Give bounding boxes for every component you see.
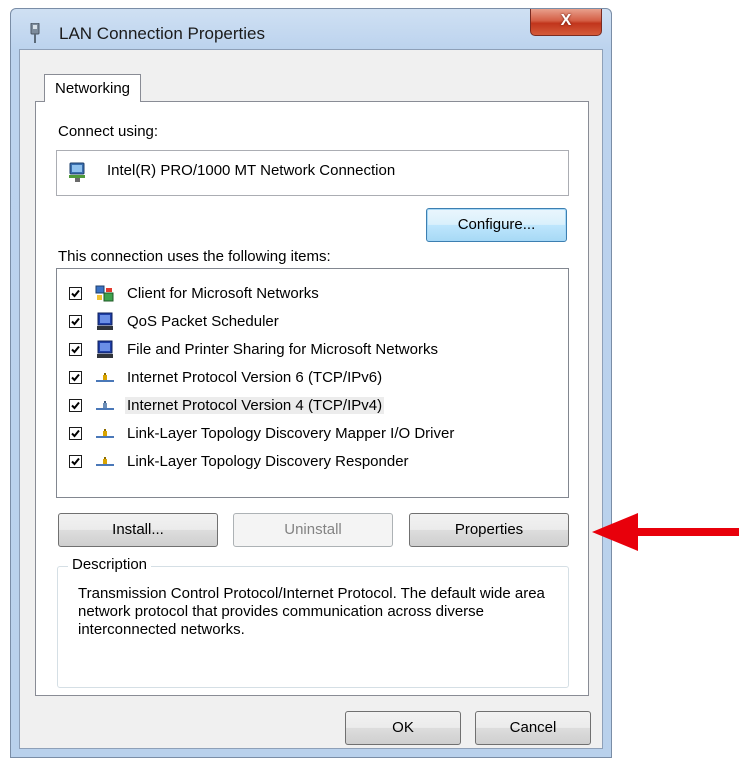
item-label: QoS Packet Scheduler <box>127 313 279 330</box>
item-label: Link-Layer Topology Discovery Mapper I/O… <box>127 425 455 442</box>
adapter-field: Intel(R) PRO/1000 MT Network Connection <box>56 150 569 196</box>
cancel-button[interactable]: Cancel <box>475 711 591 745</box>
window-title: LAN Connection Properties <box>59 24 266 43</box>
configure-button[interactable]: Configure... <box>426 208 567 242</box>
items-label: This connection uses the following items… <box>58 248 331 265</box>
checkbox[interactable] <box>69 399 82 412</box>
item-label: Client for Microsoft Networks <box>127 285 319 302</box>
protocol-icon <box>96 401 114 410</box>
checkbox[interactable] <box>69 287 82 300</box>
close-button[interactable]: X <box>530 9 602 36</box>
service-monitor-icon <box>97 312 113 330</box>
install-button[interactable]: Install... <box>58 513 218 547</box>
service-monitor-icon <box>97 340 113 358</box>
adapter-name: Intel(R) PRO/1000 MT Network Connection <box>107 162 396 179</box>
checkbox[interactable] <box>69 371 82 384</box>
checkbox[interactable] <box>69 427 82 440</box>
protocol-icon <box>96 429 114 438</box>
protocol-icon <box>96 373 114 382</box>
network-cable-icon <box>30 23 40 43</box>
tab-networking[interactable]: Networking <box>44 74 142 102</box>
protocol-icon <box>96 457 114 466</box>
network-client-icon <box>95 285 114 302</box>
description-text: Transmission Control Protocol/Internet P… <box>78 585 545 638</box>
item-label: Internet Protocol Version 6 (TCP/IPv6) <box>127 369 383 386</box>
uninstall-button: Uninstall <box>233 513 393 547</box>
checkbox[interactable] <box>69 315 82 328</box>
item-label: Internet Protocol Version 4 (TCP/IPv4) <box>125 397 385 414</box>
checkbox[interactable] <box>69 343 82 356</box>
ok-button[interactable]: OK <box>345 711 461 745</box>
description-legend: Description <box>68 556 152 573</box>
item-label: Link-Layer Topology Discovery Responder <box>127 453 409 470</box>
connect-using-label: Connect using: <box>58 123 159 140</box>
checkbox[interactable] <box>69 455 82 468</box>
network-adapter-icon <box>69 162 85 182</box>
properties-button[interactable]: Properties <box>409 513 569 547</box>
components-list[interactable]: Client for Microsoft Networks QoS Packet… <box>56 268 569 498</box>
item-label: File and Printer Sharing for Microsoft N… <box>127 341 438 358</box>
red-arrow-icon <box>592 513 739 551</box>
title-bar[interactable]: LAN Connection Properties X <box>11 9 611 51</box>
